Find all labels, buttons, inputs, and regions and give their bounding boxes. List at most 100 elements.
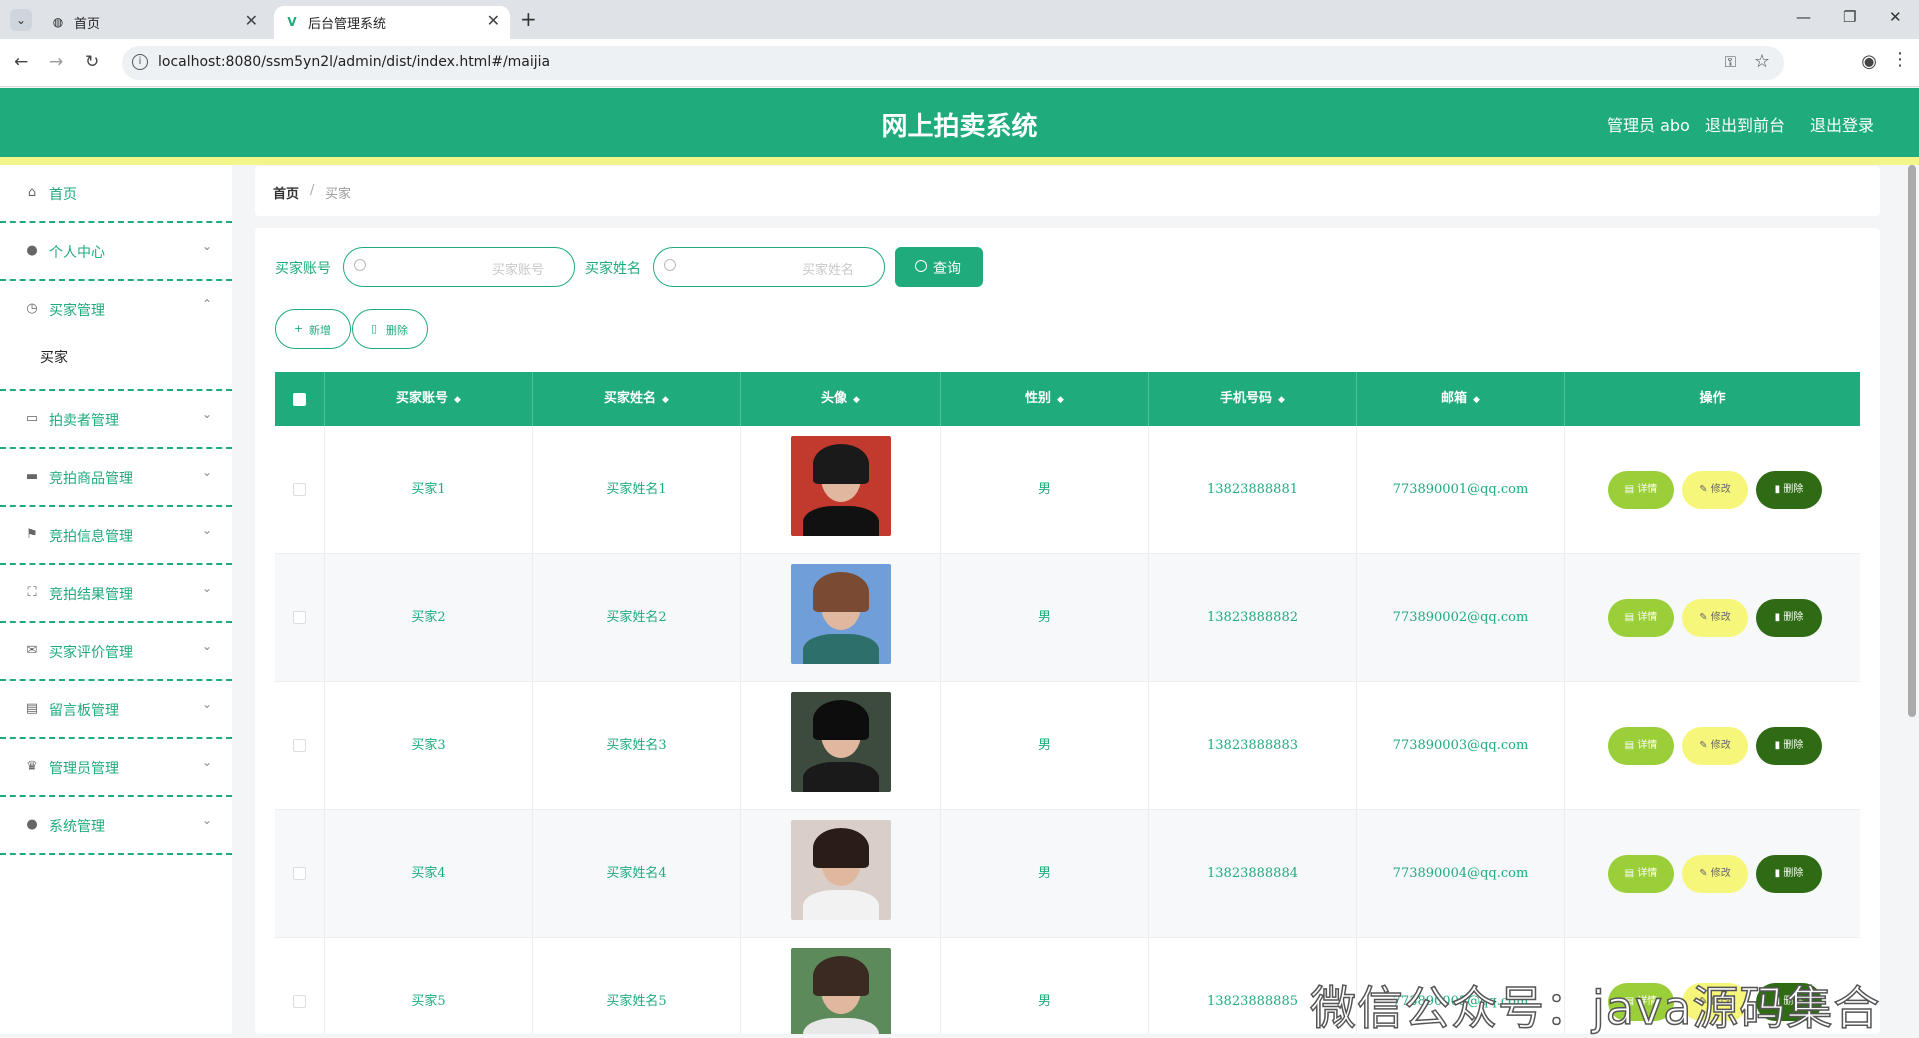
account-filter-label: 买家账号 [275,261,331,277]
browser-tab-admin[interactable]: V 后台管理系统 ✕ [274,6,510,39]
profile-icon[interactable]: ◉ [1861,51,1877,72]
avatar-body [803,506,879,536]
edit-button-label: 修改 [1710,612,1731,623]
restore-icon[interactable]: ❐ [1843,8,1856,26]
delete-button[interactable]: ▮ 删除 [1756,599,1822,637]
sidebar-item-buyer-review[interactable]: ✉ 买家评价管理 ⌄ [0,623,232,681]
page-scrollbar[interactable] [1908,165,1916,717]
detail-button[interactable]: ▤ 详情 [1608,727,1674,765]
edit-button[interactable]: ✎ 修改 [1682,471,1748,509]
query-button[interactable]: 查询 [895,247,983,287]
select-all-checkbox[interactable] [293,393,306,406]
cell-avatar [741,682,941,810]
sort-icon[interactable]: ◆ [1473,395,1480,405]
address-bar-row: ← → ↻ i localhost:8080/ssm5yn2l/admin/di… [0,39,1919,87]
add-button[interactable]: + 新增 [275,309,351,349]
sidebar-item-auction-result[interactable]: ⛶ 竞拍结果管理 ⌄ [0,565,232,623]
detail-button-label: 详情 [1637,484,1658,495]
delete-button[interactable]: ▮ 删除 [1756,471,1822,509]
column-header-email[interactable]: 邮箱 ◆ [1357,372,1565,426]
detail-button-label: 详情 [1637,868,1658,879]
sort-icon[interactable]: ◆ [1057,395,1064,405]
row-checkbox[interactable] [293,995,306,1008]
avatar[interactable] [791,436,891,536]
tab-title: 后台管理系统 [308,17,387,32]
back-icon[interactable]: ← [14,52,28,72]
close-icon[interactable]: ✕ [245,11,258,30]
delete-button[interactable]: ▮ 删除 [1756,855,1822,893]
sidebar-item-seller-management[interactable]: ▭ 拍卖者管理 ⌄ [0,391,232,449]
row-checkbox[interactable] [293,867,306,880]
avatar[interactable] [791,820,891,920]
new-tab-icon[interactable]: + [520,7,537,31]
column-header-phone[interactable]: 手机号码 ◆ [1149,372,1357,426]
detail-button[interactable]: ▤ 详情 [1608,855,1674,893]
tab-search-icon[interactable]: ⌄ [10,9,32,31]
sort-icon[interactable]: ◆ [454,395,461,405]
avatar[interactable] [791,564,891,664]
column-header-actions: 操作 [1565,372,1860,426]
column-header-account[interactable]: 买家账号 ◆ [325,372,533,426]
window-close-icon[interactable]: ✕ [1889,8,1902,26]
reload-icon[interactable]: ↻ [85,52,99,72]
row-checkbox[interactable] [293,611,306,624]
main-content: 买家账号 买家账号 买家姓名 买家姓名 查询 + 新增 ▯ 删除 买家账号 ◆ 买… [255,228,1880,1034]
sort-icon[interactable]: ◆ [853,395,860,405]
delete-button[interactable]: ▮ 删除 [1756,727,1822,765]
minimize-icon[interactable]: — [1796,8,1811,26]
forward-icon[interactable]: → [49,52,63,72]
sort-icon[interactable]: ◆ [662,395,669,405]
sidebar-item-buyer-management[interactable]: ◷ 买家管理 ⌃ [0,281,232,339]
detail-icon: ▤ [1624,612,1638,623]
column-header-gender[interactable]: 性别 ◆ [941,372,1149,426]
sidebar-item-auction-goods[interactable]: ▬ 竞拍商品管理 ⌄ [0,449,232,507]
edit-button[interactable]: ✎ 修改 [1682,727,1748,765]
chevron-down-icon: ⌄ [201,239,212,253]
bookmark-star-icon[interactable]: ☆ [1754,51,1770,72]
row-select-cell [275,682,325,810]
sidebar-item-personal-center[interactable]: ● 个人中心 ⌄ [0,223,232,281]
chevron-down-icon: ⌄ [201,407,212,421]
cell-actions: ▤ 详情 ✎ 修改 ▮ 删除 [1565,554,1860,682]
sidebar-item-system-management[interactable]: ● 系统管理 ⌄ [0,797,232,855]
column-header-label: 买家姓名 [604,391,657,406]
cell-actions: ▤ 详情 ✎ 修改 ▮ 删除 [1565,810,1860,938]
browser-tab-home[interactable]: ◍ 首页 ✕ [40,6,268,39]
browser-menu-icon[interactable]: ⋮ [1891,49,1909,70]
sort-icon[interactable]: ◆ [1278,395,1285,405]
edit-button[interactable]: ✎ 修改 [1682,855,1748,893]
url-field[interactable]: i localhost:8080/ssm5yn2l/admin/dist/ind… [122,46,1784,80]
admin-user-label[interactable]: 管理员 abo [1607,112,1690,136]
sidebar-subitem-buyer[interactable]: 买家 [0,333,232,391]
edit-button[interactable]: ✎ 修改 [1682,599,1748,637]
edit-button-label: 修改 [1710,484,1731,495]
sidebar-item-auction-info[interactable]: ⚑ 竞拍信息管理 ⌄ [0,507,232,565]
detail-button[interactable]: ▤ 详情 [1608,471,1674,509]
close-icon[interactable]: ✕ [487,11,500,30]
cell-account: 买家4 [325,810,533,938]
name-search-input[interactable]: 买家姓名 [653,247,885,287]
batch-delete-button[interactable]: ▯ 删除 [352,309,428,349]
avatar[interactable] [791,948,891,1034]
avatar[interactable] [791,692,891,792]
delete-button-label: 删除 [1783,612,1804,623]
detail-button[interactable]: ▤ 详情 [1608,599,1674,637]
site-info-icon[interactable]: i [132,54,148,70]
column-header-label: 头像 [821,391,848,406]
sidebar-item-admin-management[interactable]: ♛ 管理员管理 ⌄ [0,739,232,797]
edit-icon: ✎ [1699,484,1711,495]
logout-link[interactable]: 退出登录 [1810,112,1874,136]
password-key-icon[interactable]: ⚿ [1725,53,1736,71]
sidebar-item-home[interactable]: ⌂ 首页 [0,165,232,223]
column-header-avatar[interactable]: 头像 ◆ [741,372,941,426]
flag-icon: ⚑ [26,527,38,542]
row-checkbox[interactable] [293,739,306,752]
breadcrumb-home[interactable]: 首页 [273,183,299,202]
globe-icon: ● [26,817,38,832]
row-checkbox[interactable] [293,483,306,496]
exit-to-front-link[interactable]: 退出到前台 [1705,112,1785,136]
sidebar-item-message-board[interactable]: ▤ 留言板管理 ⌄ [0,681,232,739]
cell-name: 买家姓名5 [533,938,741,1034]
column-header-name[interactable]: 买家姓名 ◆ [533,372,741,426]
account-search-input[interactable]: 买家账号 [343,247,575,287]
